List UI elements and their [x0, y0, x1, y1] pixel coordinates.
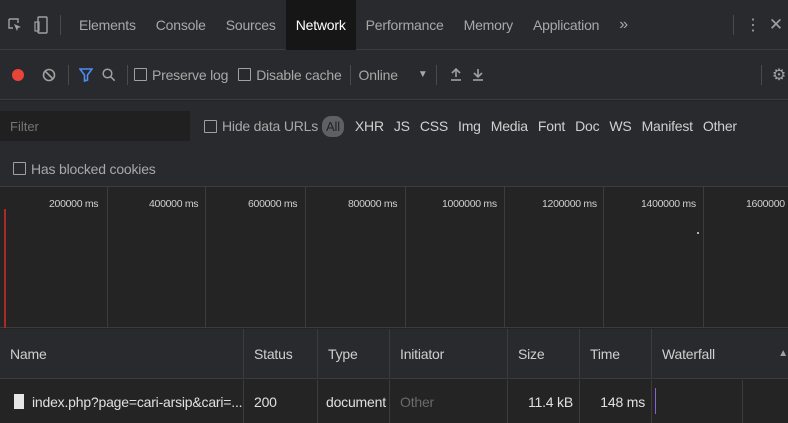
column-header-initiator[interactable]: Initiator — [390, 329, 508, 378]
column-header-name[interactable]: Name — [0, 329, 244, 378]
request-marker — [697, 232, 699, 234]
timeline-tick: 400000 ms — [149, 198, 199, 210]
request-waterfall — [652, 380, 788, 423]
clear-icon[interactable] — [36, 68, 62, 82]
record-icon[interactable] — [0, 68, 36, 82]
network-overview-timeline[interactable]: 200000 ms 400000 ms 600000 ms 800000 ms … — [0, 187, 788, 328]
tab-console[interactable]: Console — [146, 0, 216, 50]
chevron-down-icon: ▼ — [417, 69, 428, 80]
column-header-size[interactable]: Size — [508, 329, 580, 378]
checkbox-box[interactable] — [238, 68, 252, 81]
has-blocked-cookies-checkbox[interactable]: Has blocked cookies — [13, 161, 156, 177]
disable-cache-label: Disable cache — [256, 66, 342, 83]
filter-type-js[interactable]: JS — [389, 118, 415, 134]
checkbox-box[interactable] — [204, 119, 217, 133]
table-row[interactable]: index.php?page=cari-arsip&cari=... 200 d… — [0, 380, 788, 423]
grid-line — [703, 187, 704, 328]
filter-type-img[interactable]: Img — [453, 118, 486, 134]
request-type: document — [318, 380, 390, 423]
checkbox-box[interactable] — [134, 68, 147, 81]
import-har-icon[interactable] — [445, 67, 467, 82]
more-tabs-button[interactable]: » — [609, 0, 638, 50]
kebab-menu-icon[interactable]: ⋮ — [742, 15, 764, 35]
device-toolbar-icon[interactable] — [30, 0, 52, 50]
divider — [733, 14, 734, 35]
document-icon — [14, 394, 24, 409]
grid-line — [603, 187, 604, 328]
gear-icon[interactable]: ⚙ — [770, 65, 788, 85]
waterfall-divider — [742, 380, 743, 423]
divider — [435, 64, 437, 85]
request-status: 200 — [244, 380, 318, 423]
tab-elements[interactable]: Elements — [69, 0, 146, 50]
search-icon[interactable] — [97, 67, 121, 82]
timeline-tick: 1200000 ms — [542, 198, 597, 210]
divider — [761, 64, 762, 85]
divider — [127, 64, 128, 85]
grid-line — [305, 187, 306, 328]
filter-type-ws[interactable]: WS — [604, 118, 636, 134]
grid-line — [504, 187, 505, 328]
request-initiator: Other — [390, 380, 508, 423]
waterfall-label: Waterfall — [662, 345, 715, 362]
close-icon[interactable]: ✕ — [764, 15, 788, 35]
column-header-time[interactable]: Time — [580, 329, 652, 378]
inspect-element-icon[interactable] — [0, 0, 30, 50]
timeline-tick: 1000000 ms — [442, 198, 497, 210]
filter-type-xhr[interactable]: XHR — [350, 118, 389, 134]
disable-cache-checkbox[interactable]: Disable cache — [238, 66, 342, 83]
tab-sources[interactable]: Sources — [216, 0, 286, 50]
tab-memory[interactable]: Memory — [454, 0, 523, 50]
requests-table: Name Status Type Initiator Size Time Wat… — [0, 329, 788, 423]
filter-type-manifest[interactable]: Manifest — [637, 118, 698, 134]
divider — [60, 14, 61, 35]
column-header-status[interactable]: Status — [244, 329, 318, 378]
filter-type-css[interactable]: CSS — [415, 118, 453, 134]
filter-type-other[interactable]: Other — [698, 118, 742, 134]
timeline-tick: 600000 ms — [248, 198, 298, 210]
network-toolbar: Preserve log Disable cache Online ▼ ⚙ — [0, 50, 788, 100]
divider — [349, 64, 351, 85]
export-har-icon[interactable] — [467, 68, 489, 82]
filter-icon[interactable] — [75, 67, 97, 82]
request-name-cell[interactable]: index.php?page=cari-arsip&cari=... — [0, 380, 244, 423]
grid-line — [107, 187, 108, 328]
checkbox-box[interactable] — [13, 162, 26, 175]
request-time: 148 ms — [580, 380, 652, 423]
preserve-log-checkbox[interactable]: Preserve log — [134, 67, 228, 83]
hide-data-urls-checkbox[interactable]: Hide data URLs — [204, 118, 318, 134]
table-header: Name Status Type Initiator Size Time Wat… — [0, 329, 788, 379]
filter-bar: Hide data URLs All XHR JS CSS Img Media … — [0, 101, 788, 151]
hide-data-urls-label: Hide data URLs — [222, 118, 319, 134]
timeline-tick: 200000 ms — [49, 198, 99, 210]
blocked-cookies-row: Has blocked cookies — [0, 151, 788, 187]
timeline-tick: 1600000 — [746, 198, 785, 210]
tab-network[interactable]: Network — [285, 0, 356, 50]
sort-ascending-icon: ▲ — [778, 348, 788, 359]
filter-type-doc[interactable]: Doc — [570, 118, 604, 134]
waterfall-bar — [655, 388, 656, 414]
filter-type-font[interactable]: Font — [533, 118, 570, 134]
throttling-value: Online — [358, 66, 398, 83]
timeline-tick: 1400000 ms — [641, 198, 696, 210]
load-event-marker — [4, 209, 6, 328]
filter-type-media[interactable]: Media — [486, 118, 533, 134]
divider — [68, 64, 69, 85]
tab-application[interactable]: Application — [523, 0, 609, 50]
column-header-type[interactable]: Type — [318, 329, 390, 378]
has-blocked-cookies-label: Has blocked cookies — [31, 160, 156, 177]
request-size: 11.4 kB — [508, 380, 580, 423]
filter-input[interactable] — [0, 111, 190, 141]
devtools-tabbar: Elements Console Sources Network Perform… — [0, 0, 788, 50]
grid-line — [405, 187, 406, 328]
throttling-select[interactable]: Online ▼ — [359, 67, 428, 83]
preserve-log-label: Preserve log — [152, 66, 229, 83]
grid-line — [205, 187, 206, 328]
request-name: index.php?page=cari-arsip&cari=... — [32, 393, 243, 410]
tab-performance[interactable]: Performance — [356, 0, 454, 50]
filter-type-all[interactable]: All — [322, 115, 344, 137]
timeline-tick: 800000 ms — [348, 198, 398, 210]
column-header-waterfall[interactable]: Waterfall ▲ — [652, 329, 788, 378]
